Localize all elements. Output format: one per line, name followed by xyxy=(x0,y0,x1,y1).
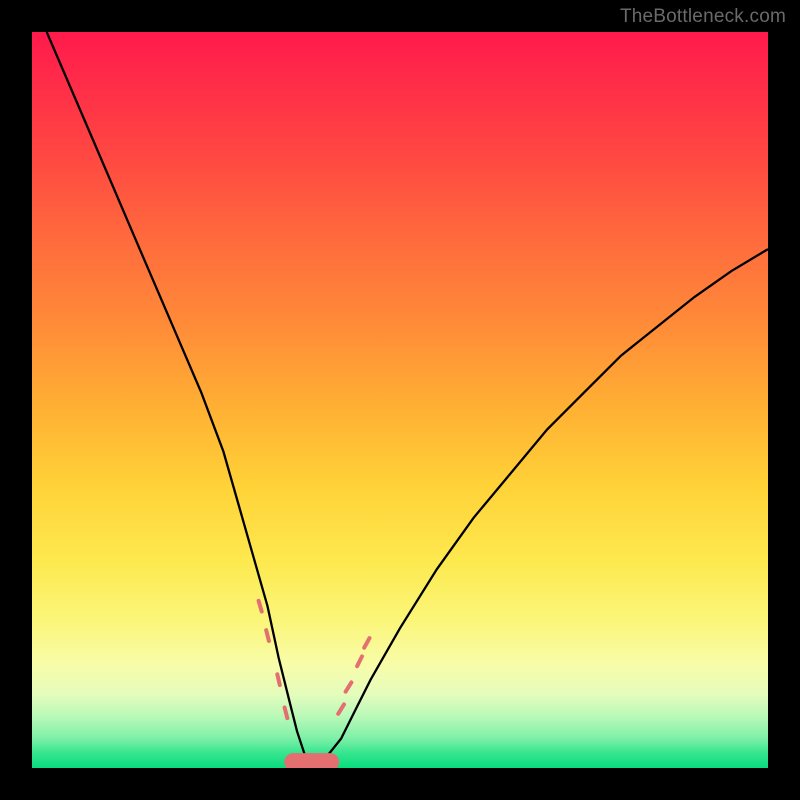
bottleneck-curve xyxy=(47,32,768,764)
marker-dot xyxy=(338,704,344,713)
marker-dot xyxy=(266,630,269,641)
marker-dot xyxy=(357,656,362,666)
chart-frame: TheBottleneck.com xyxy=(0,0,800,800)
plot-area xyxy=(32,32,768,768)
marker-dot xyxy=(346,682,352,691)
curve-markers xyxy=(259,601,370,718)
marker-dot xyxy=(285,708,288,719)
watermark-text: TheBottleneck.com xyxy=(620,6,786,28)
chart-svg xyxy=(32,32,768,768)
marker-dot xyxy=(277,674,280,685)
marker-dot xyxy=(259,601,262,612)
marker-dot xyxy=(364,638,369,648)
